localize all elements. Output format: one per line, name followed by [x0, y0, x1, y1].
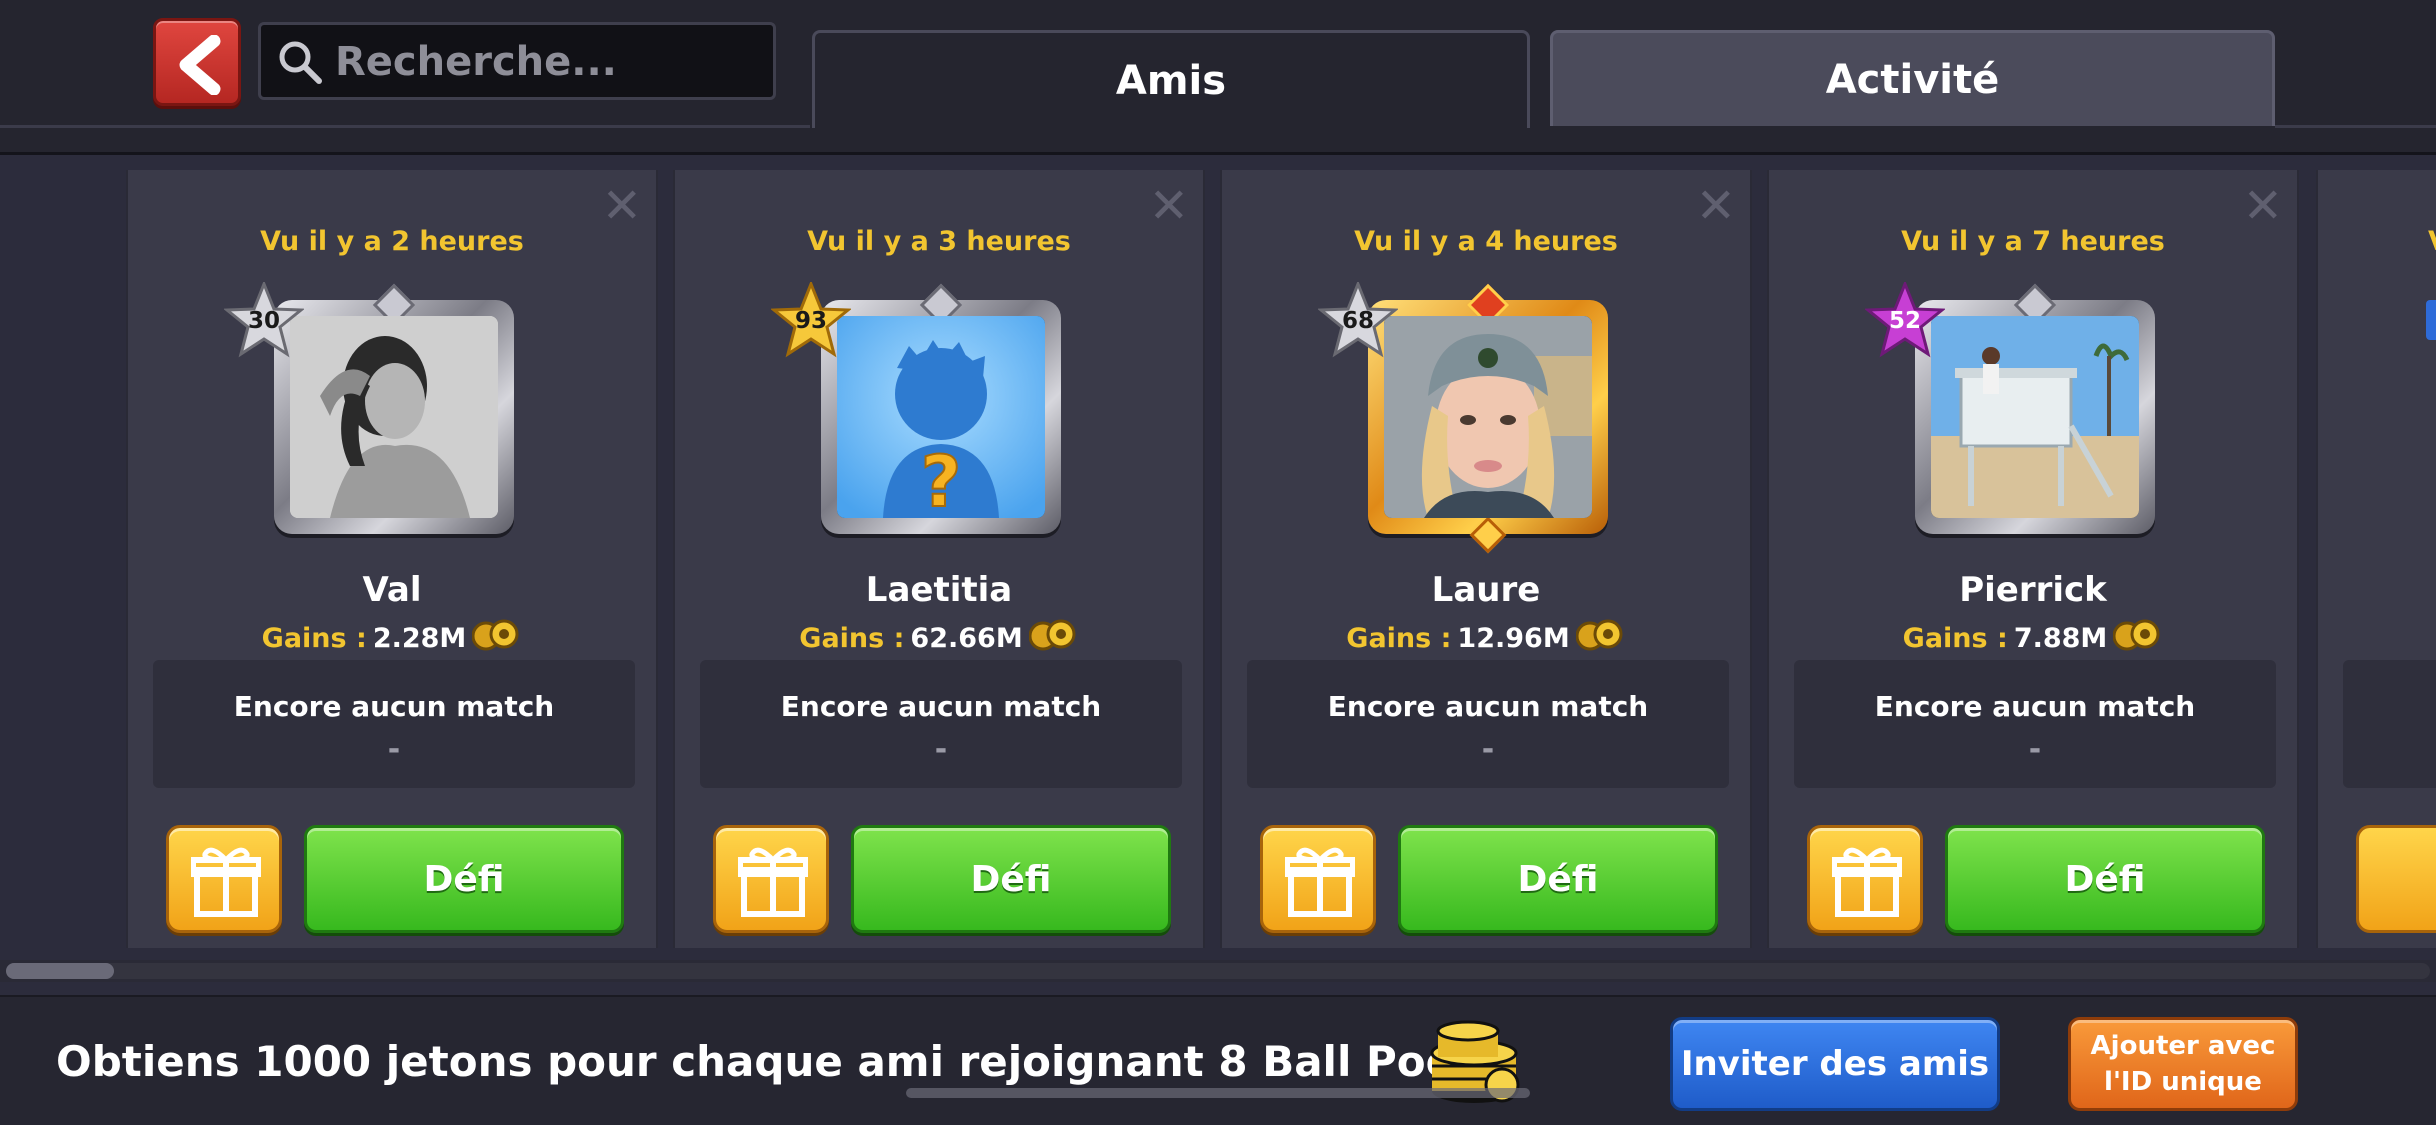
last-seen-text: Vu il y a 4 heures	[1354, 226, 1618, 257]
top-bar: Amis Activité	[0, 0, 2436, 155]
gains-row: Gains :7.88M	[1769, 618, 2297, 661]
match-history-box: Encore aucun match -	[153, 660, 635, 788]
friend-card: ✕ Vu il y a 7 heures 52 Pierrick Gains:…	[1767, 170, 2299, 948]
tab-friends[interactable]: Amis	[812, 30, 1530, 128]
svg-text:?: ?	[921, 441, 962, 518]
last-seen-text: Vu il y a 3 heures	[807, 226, 1071, 257]
challenge-button[interactable]: Défi	[1398, 825, 1718, 933]
gains-label: Gains :	[1346, 623, 1452, 654]
level-badge: 68	[1316, 279, 1400, 358]
gains-row: Gains :12.96M	[1222, 618, 1750, 661]
friend-card: ✕ Vu il y a 2 heures 30 Val Gains: 2.28…	[126, 170, 658, 948]
challenge-button[interactable]: Défi	[1945, 825, 2265, 933]
match-status-text: Encore aucun match	[1327, 690, 1649, 723]
header-divider-right	[2275, 125, 2436, 128]
coins-icon	[471, 618, 522, 661]
match-detail-text: -	[387, 732, 401, 767]
close-icon[interactable]: ✕	[2243, 182, 2283, 230]
level-number: 52	[1888, 308, 1921, 334]
send-gift-button[interactable]	[1807, 825, 1923, 933]
gains-label: Gains :	[1902, 623, 2008, 654]
level-number: 93	[794, 308, 827, 334]
friend-name: Laetitia	[865, 570, 1013, 610]
friend-card: ✕ Vu il y a 4 heures 68 Laure Gains: 12…	[1220, 170, 1752, 948]
send-gift-button[interactable]	[2356, 825, 2436, 933]
avatar-frame	[268, 283, 520, 542]
send-gift-button[interactable]	[166, 825, 282, 933]
coins-icon	[2112, 618, 2163, 661]
match-status-text: Encore aucun match	[780, 690, 1102, 723]
avatar-frame: ?	[815, 283, 1067, 542]
friend-card-partial: V	[2316, 170, 2436, 948]
close-icon[interactable]: ✕	[1696, 182, 1736, 230]
send-gift-button[interactable]	[713, 825, 829, 933]
friend-name: Laure	[1431, 570, 1541, 610]
avatar[interactable]	[290, 316, 498, 518]
challenge-button[interactable]: Défi	[304, 825, 624, 933]
gift-icon	[1285, 847, 1355, 917]
coins-icon	[1575, 618, 1626, 661]
close-icon[interactable]: ✕	[602, 182, 642, 230]
friends-carousel[interactable]: ✕ Vu il y a 2 heures 30 Val Gains: 2.28…	[0, 158, 2436, 958]
match-detail-text: -	[1481, 732, 1495, 767]
gift-icon	[191, 847, 261, 917]
scrollbar-thumb[interactable]	[6, 963, 114, 979]
avatar[interactable]	[1931, 316, 2139, 518]
add-by-unique-id-button[interactable]: Ajouter avec l'ID unique	[2068, 1017, 2298, 1111]
gains-row: Gains :2.28M	[128, 618, 656, 661]
horizontal-scrollbar[interactable]	[0, 960, 2436, 982]
chevron-left-icon	[179, 35, 221, 95]
match-history-box: Encore aucun match -	[1794, 660, 2276, 788]
level-badge: 52	[1863, 279, 1947, 358]
avatar-frame	[1362, 283, 1614, 554]
gift-icon	[1832, 847, 1902, 917]
avatar-frame	[1909, 283, 2161, 542]
level-number: 30	[247, 308, 280, 334]
bottom-banner: Obtiens 1000 jetons pour chaque ami rejo…	[0, 995, 2436, 1125]
search-icon	[279, 41, 322, 84]
invite-friends-button[interactable]: Inviter des amis	[1670, 1017, 2000, 1111]
match-history-box: Encore aucun match -	[700, 660, 1182, 788]
tab-activity[interactable]: Activité	[1550, 30, 2275, 126]
gains-value: 7.88M	[2013, 623, 2108, 654]
avatar[interactable]	[1384, 316, 1592, 518]
home-indicator[interactable]	[906, 1088, 1530, 1098]
coins-icon	[1028, 618, 1079, 661]
gift-icon	[738, 847, 808, 917]
search-input[interactable]	[335, 33, 755, 91]
avatar[interactable]: ?	[837, 316, 1045, 518]
gains-label: Gains :	[261, 623, 367, 654]
back-button[interactable]	[153, 18, 241, 106]
gains-value: 2.28M	[372, 623, 467, 654]
close-icon[interactable]: ✕	[1149, 182, 1189, 230]
match-detail-text: -	[2028, 732, 2042, 767]
header-divider	[0, 125, 810, 128]
level-number: 68	[1341, 308, 1374, 334]
search-field[interactable]	[258, 22, 776, 100]
match-detail-text: -	[934, 732, 948, 767]
send-gift-button[interactable]	[1260, 825, 1376, 933]
level-badge	[2426, 300, 2436, 340]
friend-card: ✕ Vu il y a 3 heures ? 93 Laetitia Gains…	[673, 170, 1205, 948]
last-seen-text: Vu il y a 2 heures	[260, 226, 524, 257]
match-history-box: Encore aucun match -	[1247, 660, 1729, 788]
friend-name: Pierrick	[1959, 570, 2107, 610]
scrollbar-track	[6, 963, 2430, 979]
last-seen-text: V	[2428, 226, 2436, 257]
match-status-text: Encore aucun match	[233, 690, 555, 723]
challenge-button[interactable]: Défi	[851, 825, 1171, 933]
gains-value: 62.66M	[910, 623, 1023, 654]
gains-label: Gains :	[799, 623, 905, 654]
gains-row: Gains :62.66M	[675, 618, 1203, 661]
friend-name: Val	[362, 570, 422, 610]
match-status-text: Encore aucun match	[1874, 690, 2196, 723]
gains-value: 12.96M	[1457, 623, 1570, 654]
level-badge: 93	[769, 279, 853, 358]
level-badge: 30	[222, 279, 306, 358]
promo-text: Obtiens 1000 jetons pour chaque ami rejo…	[56, 1037, 1503, 1086]
match-history-box	[2343, 660, 2436, 788]
last-seen-text: Vu il y a 7 heures	[1901, 226, 2165, 257]
